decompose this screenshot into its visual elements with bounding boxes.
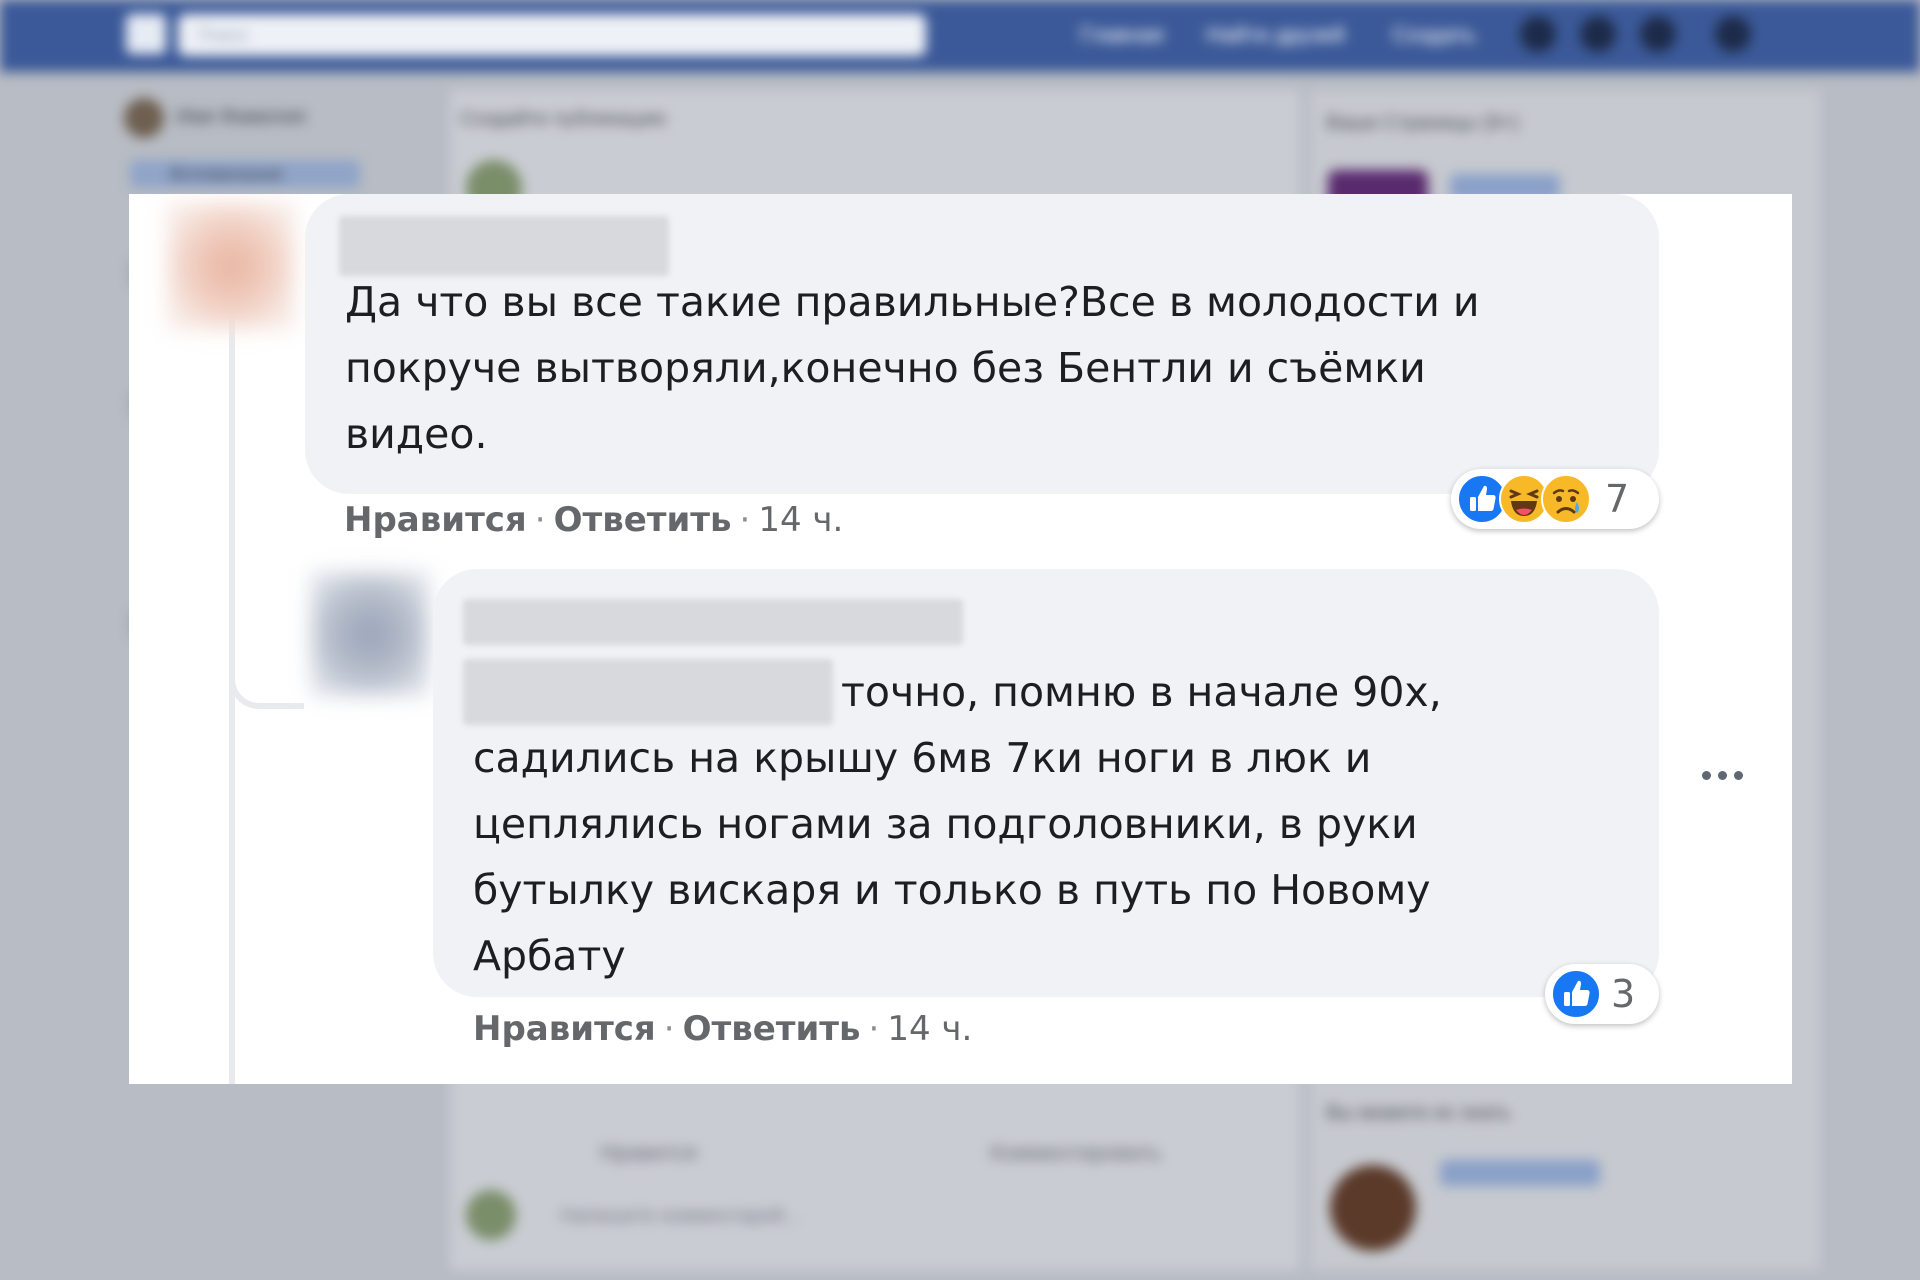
account-menu-icon[interactable] [1715,16,1751,52]
comment-timestamp[interactable]: 14 ч. [758,500,843,540]
avatar[interactable] [1330,1165,1416,1251]
feed-like-button[interactable]: Нравится [600,1140,697,1166]
reactions-summary[interactable]: 3 [1545,964,1659,1024]
suggestion-name[interactable] [1440,1160,1600,1186]
reply-button[interactable]: Ответить [554,500,732,540]
search-placeholder: Поиск [198,25,248,45]
reaction-count: 3 [1611,972,1636,1016]
avatar[interactable] [311,572,429,696]
comments-panel: Да что вы все такие правильные?Все в мол… [129,194,1792,1084]
notifications-icon[interactable] [1580,16,1616,52]
like-button[interactable]: Нравится [344,500,527,540]
separator-dot: · [868,1009,880,1049]
comment-actions: Нравится · Ответить · 14 ч. [344,500,843,540]
pages-header: Ваши Страницы (9+) [1326,112,1519,134]
reply-button[interactable]: Ответить [683,1009,861,1049]
sidebar-user-name[interactable]: Имя Фамилия [176,106,305,129]
separator-dot: · [534,500,546,540]
create-post-header[interactable]: Создайте публикацию [460,108,666,131]
sad-icon [1541,474,1591,524]
reply-text-first-line: точно, помню в начале 90х, [841,668,1442,716]
nav-find-friends-link[interactable]: Найти друзей [1206,22,1345,48]
separator-dot: · [663,1009,675,1049]
comment-text: Да что вы все такие правильные?Все в мол… [345,278,1480,458]
thread-connector [229,634,304,709]
like-button[interactable]: Нравится [473,1009,656,1049]
reply-text: садились на крышу 6мв 7ки ноги в люк и ц… [473,734,1431,980]
messenger-icon[interactable] [1520,16,1556,52]
facebook-logo-icon[interactable] [126,14,166,54]
comment-bubble: Да что вы все такие правильные?Все в мол… [305,194,1659,494]
search-input[interactable]: Поиск [178,14,926,56]
separator-dot: · [739,500,751,540]
more-options-icon[interactable] [1694,759,1754,789]
dot [1718,771,1727,780]
nav-home-link[interactable]: Главная [1080,22,1164,48]
dot [1702,771,1711,780]
comment-input-placeholder[interactable]: Напишите комментарий... [560,1205,800,1228]
reply-actions: Нравится · Ответить · 14 ч. [473,1009,972,1049]
dot [1734,771,1743,780]
reaction-count: 7 [1605,477,1630,521]
like-icon [1551,969,1601,1019]
sidebar-item-label[interactable]: Вспоминания [170,164,283,185]
help-icon[interactable] [1640,16,1676,52]
feed-comment-button[interactable]: Комментировать [990,1140,1161,1166]
reply-timestamp[interactable]: 14 ч. [887,1009,972,1049]
reply-author-name[interactable] [463,599,963,645]
avatar[interactable] [167,202,295,330]
top-navigation-bar: Поиск Главная Найти друзей Создать [0,0,1920,72]
avatar [466,1190,516,1240]
nav-create-link[interactable]: Создать [1392,22,1476,48]
avatar[interactable] [124,98,164,138]
reply-bubble: точно, помню в начале 90х, садились на к… [433,569,1659,997]
reply-mention[interactable] [463,659,833,725]
reactions-summary[interactable]: 7 [1451,469,1659,529]
suggestions-header: Вы можете их знать [1326,1102,1511,1124]
comment-author-name[interactable] [339,216,669,276]
